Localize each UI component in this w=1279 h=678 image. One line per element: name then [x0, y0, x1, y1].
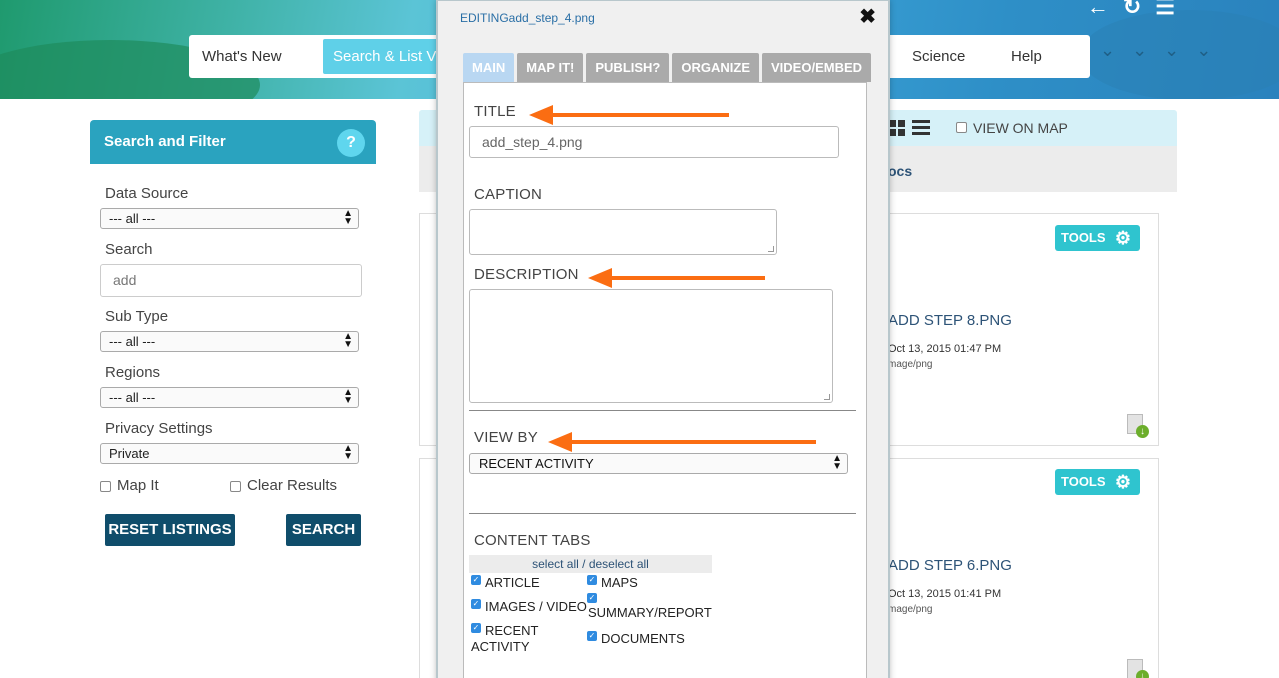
list-menu-icon[interactable]: ☰ — [1155, 0, 1175, 20]
back-arrow-icon[interactable]: ← — [1087, 0, 1109, 20]
select-arrows-icon: ▲ ▼ — [343, 208, 353, 227]
regions-value: --- all --- — [109, 390, 156, 405]
maps-checkbox[interactable]: ✓ — [587, 575, 597, 585]
nav-search-list[interactable]: Search & List V — [323, 39, 447, 74]
recent-activity-label: RECENT ACTIVITY — [471, 623, 539, 654]
tab-video-embed[interactable]: VIDEO/EMBED — [762, 53, 872, 82]
grid-view-icon[interactable] — [889, 120, 905, 136]
view-on-map-label: VIEW ON MAP — [973, 120, 1068, 136]
download-file-icon[interactable]: ↓ — [1127, 414, 1149, 438]
search-label: Search — [105, 241, 153, 258]
annotation-arrow — [588, 268, 765, 288]
caption-textarea[interactable] — [469, 209, 777, 255]
reset-listings-button[interactable]: RESET LISTINGS — [105, 514, 235, 546]
summary-report-checkbox[interactable]: ✓ — [587, 593, 597, 603]
privacy-select[interactable]: Private ▲ ▼ — [100, 443, 359, 464]
select-arrows-icon: ▲ ▼ — [343, 387, 353, 406]
resize-handle[interactable] — [768, 246, 774, 252]
tools-button[interactable]: TOOLS ⚙ — [1055, 225, 1140, 251]
data-source-label: Data Source — [105, 185, 189, 202]
search-input[interactable]: add — [100, 264, 362, 297]
data-source-select[interactable]: --- all --- ▲ ▼ — [100, 208, 359, 229]
documents-label: DOCUMENTS — [601, 631, 685, 646]
description-textarea[interactable] — [469, 289, 833, 403]
images-video-label: IMAGES / VIDEO — [485, 599, 587, 614]
docs-tab-label[interactable]: ocs — [888, 163, 912, 179]
regions-label: Regions — [105, 364, 161, 381]
card-title[interactable]: ADD STEP 8.PNG — [888, 312, 1012, 329]
map-it-label: Map It — [117, 477, 159, 494]
tab-map-it[interactable]: MAP IT! — [517, 53, 584, 82]
modal-title: EDITINGadd_step_4.png — [460, 11, 595, 25]
gear-icon: ⚙ — [1114, 472, 1131, 492]
tools-label: TOOLS — [1061, 474, 1106, 489]
title-label: TITLE — [474, 103, 516, 120]
modal-title-prefix: EDITING — [460, 11, 509, 25]
annotation-arrow — [529, 105, 729, 125]
modal-tabs: MAIN MAP IT! PUBLISH? ORGANIZE VIDEO/EMB… — [463, 53, 872, 82]
tab-organize[interactable]: ORGANIZE — [672, 53, 759, 82]
maps-label: MAPS — [601, 575, 638, 590]
data-source-value: --- all --- — [109, 211, 156, 226]
view-by-select[interactable]: RECENT ACTIVITY ▲ ▼ — [469, 453, 848, 474]
search-button[interactable]: SEARCH — [286, 514, 361, 546]
title-input[interactable]: add_step_4.png — [469, 126, 839, 158]
help-icon[interactable]: ? — [337, 129, 365, 157]
nav-science[interactable]: Science — [912, 35, 965, 78]
map-it-checkbox[interactable] — [100, 481, 111, 492]
documents-checkbox[interactable]: ✓ — [587, 631, 597, 641]
sub-type-select[interactable]: --- all --- ▲ ▼ — [100, 331, 359, 352]
resize-handle[interactable] — [824, 394, 830, 400]
birds-graphic: ⌄ ⌄ ⌄ ⌄ — [1100, 40, 1218, 60]
divider — [469, 410, 856, 411]
clear-results-checkbox[interactable] — [230, 481, 241, 492]
description-label: DESCRIPTION — [474, 266, 579, 283]
gear-icon: ⚙ — [1114, 228, 1131, 248]
sub-type-label: Sub Type — [105, 308, 169, 325]
card-type: mage/png — [888, 359, 933, 370]
tools-button[interactable]: TOOLS ⚙ — [1055, 469, 1140, 495]
nav-whats-new[interactable]: What's New — [202, 35, 282, 78]
select-all-link[interactable]: select all / deselect all — [469, 555, 712, 573]
card-type: mage/png — [888, 604, 933, 615]
search-filter-title: Search and Filter — [104, 133, 226, 150]
privacy-label: Privacy Settings — [105, 420, 213, 437]
annotation-arrow — [548, 432, 816, 452]
view-on-map-checkbox[interactable] — [956, 122, 967, 133]
modal-title-file: add_step_4.png — [508, 11, 595, 25]
view-by-label: VIEW BY — [474, 429, 538, 446]
select-arrows-icon: ▲ ▼ — [832, 453, 842, 472]
article-label: ARTICLE — [485, 575, 540, 590]
top-icons: ← ↻ ☰ — [1087, 0, 1175, 20]
card-title[interactable]: ADD STEP 6.PNG — [888, 557, 1012, 574]
images-video-checkbox[interactable]: ✓ — [471, 599, 481, 609]
regions-select[interactable]: --- all --- ▲ ▼ — [100, 387, 359, 408]
download-file-icon[interactable]: ↓ — [1127, 659, 1149, 678]
select-arrows-icon: ▲ ▼ — [343, 331, 353, 350]
caption-label: CAPTION — [474, 186, 543, 203]
refresh-icon[interactable]: ↻ — [1123, 0, 1141, 20]
card-date: Oct 13, 2015 01:47 PM — [888, 343, 1002, 355]
list-view-icon[interactable] — [912, 120, 930, 136]
article-checkbox[interactable]: ✓ — [471, 575, 481, 585]
clear-results-label: Clear Results — [247, 477, 338, 494]
view-by-value: RECENT ACTIVITY — [479, 456, 594, 471]
select-arrows-icon: ▲ ▼ — [343, 443, 353, 462]
summary-report-label: SUMMARY/REPORT — [588, 605, 712, 620]
content-tabs-label: CONTENT TABS — [474, 532, 591, 549]
nav-help[interactable]: Help — [1011, 35, 1042, 78]
tools-label: TOOLS — [1061, 230, 1106, 245]
divider — [469, 513, 856, 514]
close-icon[interactable]: ✖ — [859, 4, 876, 29]
privacy-value: Private — [109, 446, 150, 461]
search-filter-header: Search and Filter ? — [90, 120, 376, 164]
card-date: Oct 13, 2015 01:41 PM — [888, 588, 1002, 600]
tab-main[interactable]: MAIN — [463, 53, 515, 82]
tab-publish[interactable]: PUBLISH? — [586, 53, 670, 82]
sub-type-value: --- all --- — [109, 334, 156, 349]
